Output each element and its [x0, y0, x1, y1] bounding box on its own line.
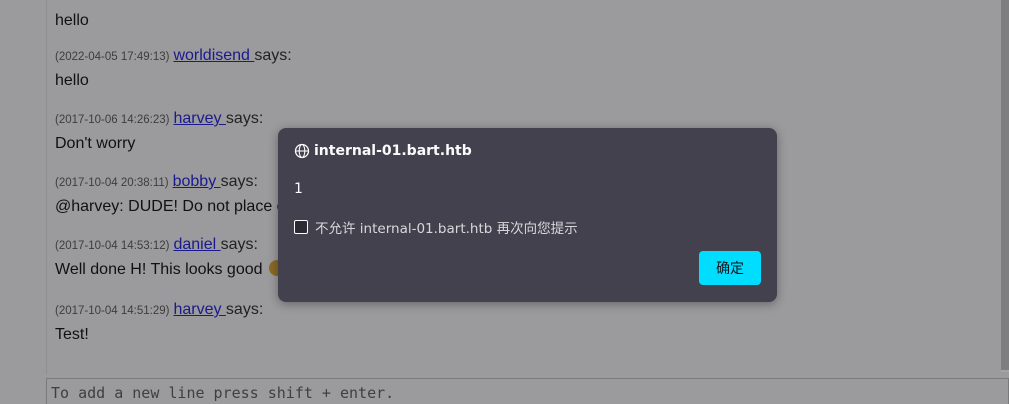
username-link[interactable]: harvey: [173, 301, 225, 318]
globe-icon: [294, 143, 310, 159]
says-label: says:: [254, 47, 292, 64]
scrollbar-thumb[interactable]: [1001, 0, 1009, 370]
message-timestamp: (2022-04-05 17:49:13): [55, 51, 170, 63]
message-text: hello: [55, 72, 89, 89]
dont-allow-prompts-label: 不允许 internal-01.bart.htb 再次向您提示: [315, 221, 578, 237]
message-input[interactable]: [51, 382, 991, 404]
dont-allow-prompts-option[interactable]: 不允许 internal-01.bart.htb 再次向您提示: [294, 217, 578, 237]
username-link[interactable]: harvey: [173, 110, 225, 127]
chat-message: (2017-10-04 14:51:29) harvey says: Test!: [55, 300, 263, 346]
message-timestamp: (2017-10-04 20:38:11): [55, 177, 169, 189]
message-text: hello: [55, 12, 89, 29]
says-label: says:: [225, 301, 264, 318]
chat-message: (2017-10-06 14:26:23) harvey says: Don't …: [55, 109, 263, 155]
alert-dialog: internal-01.bart.htb 1 不允许 internal-01.b…: [278, 128, 777, 302]
message-text: Test!: [55, 326, 89, 343]
username-link[interactable]: bobby: [173, 173, 221, 190]
message-timestamp: (2017-10-04 14:51:29): [55, 305, 170, 317]
username-link[interactable]: daniel: [173, 236, 220, 253]
dont-allow-prompts-checkbox[interactable]: [294, 220, 308, 234]
message-text-content: Well done H! This looks good: [55, 261, 263, 278]
page: hello (2022-04-05 17:49:13) worldisend sa…: [0, 0, 1009, 404]
message-text: @harvey: DUDE! Do not place c: [55, 198, 285, 215]
ok-button[interactable]: 确定: [699, 251, 761, 285]
message-text: Well done H! This looks good: [55, 259, 285, 281]
says-label: says:: [225, 110, 264, 127]
message-meta: (2017-10-06 14:26:23) harvey says:: [55, 109, 263, 130]
says-label: says:: [220, 236, 258, 253]
chat-message: (2017-10-04 20:38:11) bobby says: @harvey…: [55, 172, 285, 218]
chat-message: (2022-04-05 17:49:13) worldisend says: he…: [55, 46, 292, 92]
username-link[interactable]: worldisend: [173, 47, 254, 64]
message-meta: (2017-10-04 20:38:11) bobby says:: [55, 172, 285, 193]
message-input-box: [46, 378, 1009, 404]
message-timestamp: (2017-10-06 14:26:23): [55, 114, 170, 126]
message-text: Don't worry: [55, 135, 136, 152]
says-label: says:: [220, 173, 258, 190]
chat-message: hello: [55, 7, 89, 32]
message-meta: (2017-10-04 14:53:12) daniel says:: [55, 235, 285, 256]
chat-message: (2017-10-04 14:53:12) daniel says: Well d…: [55, 235, 285, 281]
dialog-message: 1: [294, 181, 303, 197]
message-meta: (2022-04-05 17:49:13) worldisend says:: [55, 46, 292, 67]
dialog-header: internal-01.bart.htb: [294, 143, 472, 159]
dialog-origin: internal-01.bart.htb: [314, 143, 472, 159]
message-timestamp: (2017-10-04 14:53:12): [55, 240, 170, 252]
message-meta: (2017-10-04 14:51:29) harvey says:: [55, 300, 263, 321]
